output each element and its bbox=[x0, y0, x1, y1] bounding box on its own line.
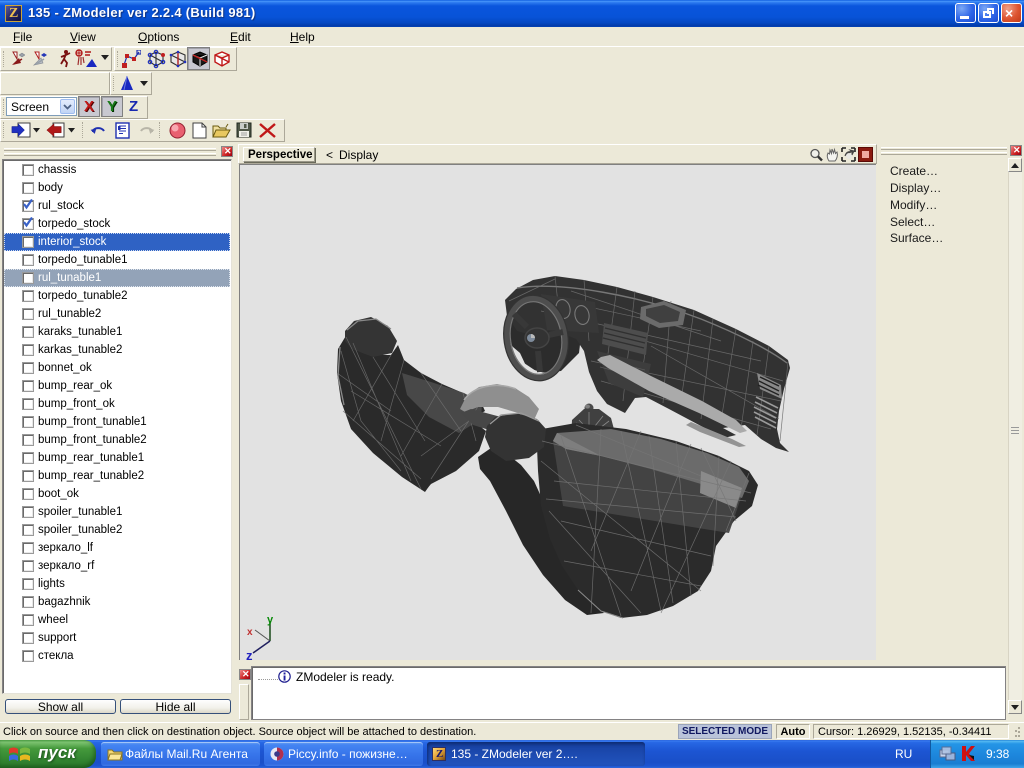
svg-text:x: x bbox=[247, 627, 253, 638]
svg-text:z: z bbox=[246, 648, 253, 663]
svg-text:y: y bbox=[267, 614, 274, 626]
